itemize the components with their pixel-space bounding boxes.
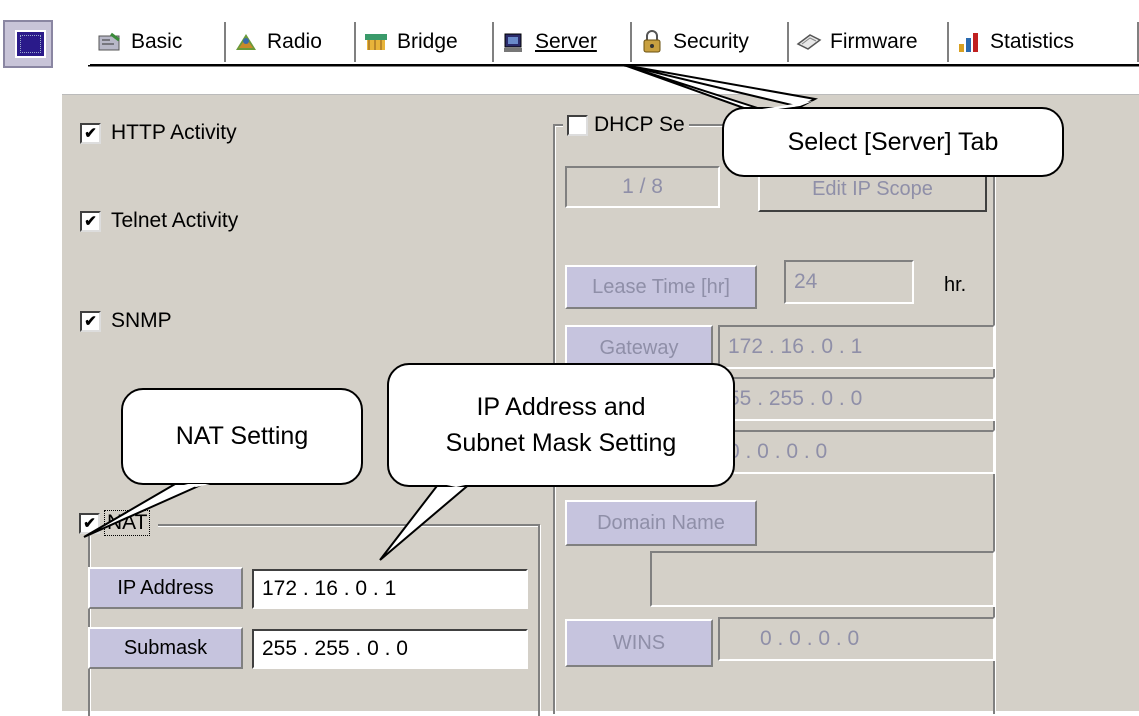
- telnet-activity-label: Telnet Activity: [111, 209, 239, 232]
- callout-ip-subnet-line2: Subnet Mask Setting: [445, 429, 677, 457]
- nat-group: [88, 524, 540, 716]
- nat-label: NAT: [104, 510, 151, 536]
- http-activity-label: HTTP Activity: [111, 121, 237, 144]
- lease-time-unit: hr.: [944, 274, 967, 296]
- server-icon: [501, 30, 527, 54]
- dhcp-server-option[interactable]: DHCP Se: [563, 113, 689, 137]
- dhcp-gateway-field[interactable]: 172 . 16 . 0 . 1: [718, 325, 995, 369]
- bridge-icon: [363, 30, 389, 54]
- tab-server[interactable]: Server: [494, 18, 634, 65]
- callout-select-server-tab-text: Select [Server] Tab: [787, 127, 999, 156]
- app-icon: [3, 20, 53, 68]
- nat-submask-field[interactable]: 255 . 255 . 0 . 0: [252, 629, 528, 669]
- nat-option[interactable]: ✔ NAT: [77, 510, 159, 536]
- domain-name-label: Domain Name: [565, 500, 757, 546]
- callout-ip-subnet-line1: IP Address and: [476, 392, 646, 421]
- tab-statistics-label: Statistics: [990, 29, 1075, 53]
- lease-time-label: Lease Time [hr]: [565, 265, 757, 309]
- dhcp-dns-field[interactable]: 0 . 0 . 0 . 0: [718, 430, 995, 474]
- domain-name-field[interactable]: [650, 551, 995, 607]
- tab-firmware-label: Firmware: [830, 29, 918, 53]
- dhcp-scope-count: 1 / 8: [565, 166, 720, 208]
- wins-label: WINS: [565, 619, 713, 667]
- callout-ip-subnet-setting: IP Address and Subnet Mask Setting: [387, 363, 735, 487]
- firmware-icon: [796, 30, 822, 54]
- statistics-icon: [956, 30, 982, 54]
- tab-statistics[interactable]: Statistics: [949, 18, 1139, 65]
- tab-bridge-label: Bridge: [397, 29, 458, 53]
- tab-bridge[interactable]: Bridge: [356, 18, 496, 65]
- telnet-activity-checkbox[interactable]: ✔: [80, 210, 101, 232]
- http-activity-checkbox[interactable]: ✔: [80, 122, 101, 144]
- tab-basic[interactable]: Basic: [88, 18, 228, 65]
- tab-radio[interactable]: Radio: [226, 18, 358, 65]
- tab-security-label: Security: [673, 29, 749, 53]
- wins-field[interactable]: 0 . 0 . 0 . 0: [718, 617, 995, 661]
- radio-icon: [233, 30, 259, 54]
- telnet-activity-option[interactable]: ✔ Telnet Activity: [80, 209, 238, 233]
- snmp-checkbox[interactable]: ✔: [80, 310, 101, 332]
- dhcp-server-label: DHCP Se: [594, 113, 685, 136]
- nat-ip-address-field[interactable]: 172 . 16 . 0 . 1: [252, 569, 528, 609]
- security-icon: [639, 29, 665, 54]
- submask-label: Submask: [88, 627, 243, 669]
- basic-icon: [97, 30, 123, 54]
- ip-address-label: IP Address: [88, 567, 243, 609]
- tab-radio-label: Radio: [267, 29, 322, 53]
- lease-time-field[interactable]: 24: [784, 260, 914, 304]
- nat-checkbox[interactable]: ✔: [79, 512, 100, 534]
- http-activity-option[interactable]: ✔ HTTP Activity: [80, 121, 237, 145]
- tab-security[interactable]: Security: [632, 18, 791, 65]
- callout-select-server-tab: Select [Server] Tab: [722, 107, 1064, 177]
- snmp-label: SNMP: [111, 309, 172, 332]
- callout-nat-setting: NAT Setting: [121, 388, 363, 485]
- tab-strip-shadow: [88, 66, 1139, 67]
- dhcp-server-checkbox[interactable]: [567, 114, 588, 136]
- tab-basic-label: Basic: [131, 29, 183, 53]
- tab-firmware[interactable]: Firmware: [789, 18, 951, 65]
- callout-nat-setting-text: NAT Setting: [175, 422, 309, 451]
- dhcp-subnet-mask-field[interactable]: 55 . 255 . 0 . 0: [718, 377, 995, 421]
- tab-server-label: Server: [535, 29, 597, 53]
- snmp-option[interactable]: ✔ SNMP: [80, 309, 172, 333]
